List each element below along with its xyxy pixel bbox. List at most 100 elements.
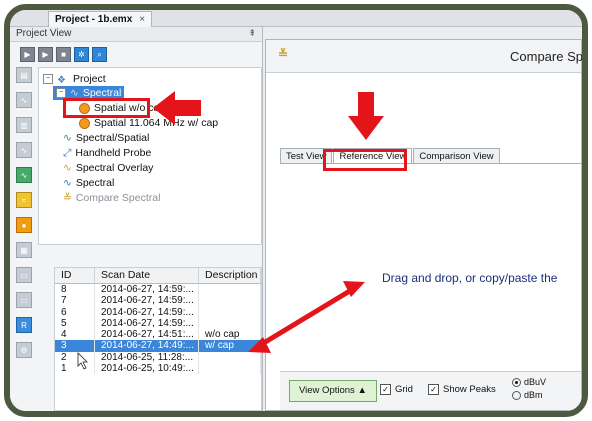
- table-row[interactable]: 6 2014-06-27, 14:59:...: [55, 306, 261, 318]
- table-row[interactable]: 4 2014-06-27, 14:51:... w/o cap: [55, 329, 261, 341]
- stop-icon[interactable]: ■: [56, 47, 71, 62]
- cell-date: 2014-06-25, 10:49:...: [95, 363, 199, 375]
- tree-item-spectral-overlay[interactable]: ∿ Spectral Overlay: [63, 161, 153, 175]
- spatial-icon[interactable]: ●: [16, 217, 32, 233]
- cell-date: 2014-06-27, 14:59:...: [95, 306, 199, 318]
- cell-date: 2014-06-27, 14:49:...: [95, 340, 199, 352]
- compare-icon: ≚: [278, 47, 289, 61]
- spectral-spatial-icon: ∿: [63, 132, 72, 144]
- cell-id: 5: [55, 317, 95, 330]
- highlight-box-spectral: [63, 98, 150, 118]
- document-tab[interactable]: Project - 1b.emx ×: [48, 11, 153, 27]
- cell-desc: [199, 284, 261, 296]
- tool-sidebar: ▤ ∿ ▥ ∿ ∿ ≈ ● ▦ ▭ ▭ R ⚙: [16, 67, 32, 411]
- cell-desc: [199, 351, 261, 364]
- cell-date: 2014-06-27, 14:59:...: [95, 317, 199, 330]
- report-icon[interactable]: R: [16, 317, 32, 333]
- tools-icon[interactable]: ⚙: [16, 342, 32, 358]
- table-row[interactable]: 5 2014-06-27, 14:59:...: [55, 317, 261, 330]
- table-row[interactable]: 1 2014-06-25, 10:49:...: [55, 363, 261, 375]
- cell-id: 3: [55, 340, 95, 352]
- cell-id: 1: [55, 363, 95, 375]
- cell-id: 4: [55, 329, 95, 341]
- radio-dbm[interactable]: dBm: [512, 389, 546, 402]
- cell-date: 2014-06-27, 14:59:...: [95, 284, 199, 296]
- tab-comparison-view[interactable]: Comparison View: [413, 148, 500, 164]
- compare-spectral-pane: ≚ Compare Spec Test View Reference View …: [265, 39, 582, 411]
- step-icon[interactable]: ▶: [38, 47, 53, 62]
- cell-date: 2014-06-25, 11:28:...: [95, 351, 199, 364]
- spectral-icon: ∿: [63, 177, 72, 189]
- radio-icon[interactable]: [512, 391, 521, 401]
- radio-label: dBm: [524, 390, 543, 400]
- project-icon: ❖: [57, 75, 66, 86]
- app-frame: Project - 1b.emx × Project View ⇞ ▶ ▶ ■ ✲…: [4, 4, 588, 417]
- unit-radio-group: dBuV dBm: [512, 376, 546, 402]
- radio-icon[interactable]: [512, 378, 521, 388]
- scanner-icon[interactable]: ▤: [16, 67, 32, 83]
- compare-icon: ≚: [63, 192, 72, 204]
- pin-icon[interactable]: ⇞: [248, 28, 256, 39]
- tree-item-spectral-spatial[interactable]: ∿ Spectral/Spatial: [63, 131, 149, 145]
- grid-checkbox[interactable]: ✓ Grid: [380, 384, 413, 395]
- search-icon[interactable]: ⌕: [92, 47, 107, 62]
- tree-item-label: Spectral: [75, 177, 115, 189]
- cell-desc: w/o cap: [199, 329, 261, 341]
- header-scan-date[interactable]: Scan Date: [95, 268, 199, 283]
- checkbox-icon[interactable]: ✓: [428, 384, 439, 395]
- document-tab-label: Project - 1b.emx: [55, 14, 133, 25]
- header-description[interactable]: Description: [199, 268, 261, 283]
- cell-id: 8: [55, 284, 95, 296]
- compare-icon[interactable]: ≈: [16, 192, 32, 208]
- waveform-icon[interactable]: ∿: [16, 142, 32, 158]
- spectrum-icon[interactable]: ∿: [16, 92, 32, 108]
- grid-label: Grid: [395, 384, 413, 395]
- table-row[interactable]: 8 2014-06-27, 14:59:...: [55, 284, 261, 296]
- show-peaks-checkbox[interactable]: ✓ Show Peaks: [428, 384, 496, 395]
- export-icon[interactable]: ▭: [16, 292, 32, 308]
- document-tab-bar: Project - 1b.emx ×: [10, 10, 582, 27]
- table-row[interactable]: 2 2014-06-25, 11:28:...: [55, 351, 261, 364]
- collapse-icon[interactable]: −: [43, 74, 53, 84]
- tree-item-label: Spatial 11.064 MHz w/ cap: [94, 117, 219, 129]
- show-peaks-label: Show Peaks: [443, 384, 496, 395]
- radio-dbuv[interactable]: dBuV: [512, 376, 546, 389]
- table-header: ID Scan Date Description: [55, 268, 261, 284]
- cell-desc: [199, 363, 261, 375]
- cell-date: 2014-06-27, 14:51:...: [95, 329, 199, 341]
- cell-desc: [199, 306, 261, 318]
- tree-item-spatial-w-cap[interactable]: Spatial 11.064 MHz w/ cap: [79, 116, 218, 130]
- cell-desc: [199, 317, 261, 330]
- table-row[interactable]: 7 2014-06-27, 14:59:...: [55, 295, 261, 307]
- probe-icon: ⤢: [63, 147, 72, 159]
- settings-icon[interactable]: ✲: [74, 47, 89, 62]
- ruler-icon[interactable]: ▭: [16, 267, 32, 283]
- options-bar: View Options ▲ ✓ Grid ✓ Show Peaks dBuV dB…: [280, 371, 581, 410]
- collapse-icon[interactable]: −: [56, 88, 66, 98]
- checkbox-icon[interactable]: ✓: [380, 384, 391, 395]
- tree-item-compare-spectral[interactable]: ≚ Compare Spectral: [63, 191, 160, 205]
- tree-root-label: Project: [73, 73, 106, 85]
- close-icon[interactable]: ×: [139, 14, 145, 25]
- spectral-spatial-icon[interactable]: ∿: [16, 167, 32, 183]
- project-tree: − ❖ Project − ∿ Spectral Spatial w/o cap…: [38, 67, 262, 245]
- cell-id: 6: [55, 306, 95, 318]
- grid-icon[interactable]: ▦: [16, 242, 32, 258]
- cell-id: 7: [55, 295, 95, 307]
- tree-root[interactable]: − ❖ Project: [43, 72, 106, 86]
- header-id[interactable]: ID: [55, 268, 95, 283]
- tree-item-label: Spectral Overlay: [75, 162, 154, 174]
- tree-item-handheld-probe[interactable]: ⤢ Handheld Probe: [63, 146, 151, 160]
- drop-area[interactable]: Drag and drop, or copy/paste the: [280, 163, 581, 374]
- scan-table: ID Scan Date Description 8 2014-06-27, 14…: [54, 267, 262, 411]
- spatial-icon: [79, 117, 90, 129]
- play-icon[interactable]: ▶: [20, 47, 35, 62]
- chart-icon[interactable]: ▥: [16, 117, 32, 133]
- project-view-pane: Project View ⇞ ▶ ▶ ■ ✲ ⌕ ▤ ∿ ▥ ∿ ∿ ≈ ● ▦…: [10, 27, 263, 411]
- view-options-button[interactable]: View Options ▲: [289, 380, 377, 402]
- tree-item-spectral[interactable]: ∿ Spectral: [63, 176, 114, 190]
- project-toolbar: ▶ ▶ ■ ✲ ⌕: [20, 47, 107, 63]
- cell-desc: w/ cap: [199, 340, 261, 352]
- table-row-selected[interactable]: 3 2014-06-27, 14:49:... w/ cap: [55, 340, 261, 352]
- pane-title: Compare Spec: [510, 49, 583, 64]
